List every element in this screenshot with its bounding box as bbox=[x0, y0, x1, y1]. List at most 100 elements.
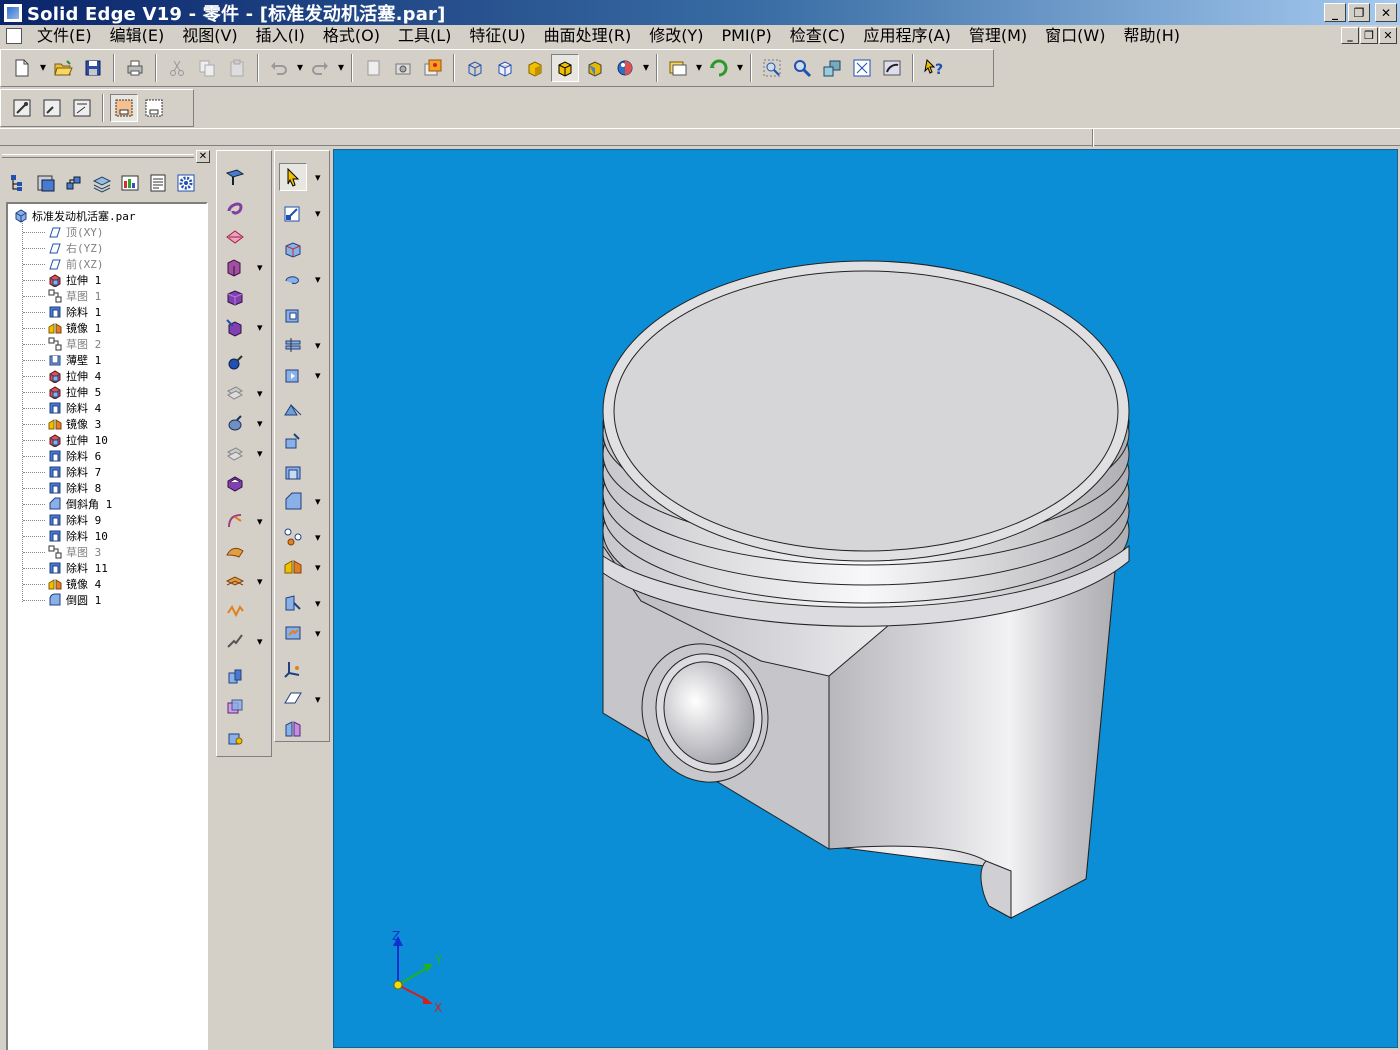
tree-item[interactable]: 拉伸 10 bbox=[48, 432, 108, 448]
hole-dropdown-arrow[interactable]: ▾ bbox=[315, 339, 321, 352]
menu-pmi[interactable]: PMI(P) bbox=[712, 26, 780, 46]
print-button[interactable] bbox=[121, 54, 149, 82]
reference-plane-button[interactable] bbox=[221, 163, 249, 191]
doc-minimize-button[interactable]: _ bbox=[1341, 27, 1359, 44]
round-dropdown-arrow[interactable]: ▾ bbox=[257, 417, 263, 430]
tree-item[interactable]: 草图 1 bbox=[48, 288, 101, 304]
doc-close-button[interactable]: ✕ bbox=[1379, 27, 1397, 44]
select-dropdown-arrow[interactable]: ▾ bbox=[315, 171, 321, 184]
tree-root[interactable]: 标准发动机活塞.par bbox=[14, 208, 136, 224]
loft-button[interactable] bbox=[221, 567, 249, 595]
revolved-cutout-button[interactable] bbox=[279, 361, 307, 389]
tree-item[interactable]: 拉伸 4 bbox=[48, 368, 101, 384]
tree-item[interactable]: 前(XZ) bbox=[48, 256, 104, 272]
undo-button[interactable] bbox=[265, 54, 303, 82]
curve-dropdown-arrow[interactable]: ▾ bbox=[257, 635, 263, 648]
loft-dropdown-arrow[interactable]: ▾ bbox=[257, 575, 263, 588]
protrusion-button[interactable] bbox=[221, 283, 249, 311]
tree-item[interactable]: 除料 9 bbox=[48, 512, 101, 528]
lip-dropdown-arrow[interactable]: ▾ bbox=[315, 627, 321, 640]
menu-file[interactable]: 文件(E) bbox=[28, 26, 101, 46]
thin-wall-button[interactable] bbox=[221, 469, 249, 497]
bluesurf-button[interactable] bbox=[221, 537, 249, 565]
redo-button[interactable] bbox=[306, 54, 344, 82]
sketch-button[interactable] bbox=[8, 94, 36, 122]
web-network-dropdown-arrow[interactable]: ▾ bbox=[315, 597, 321, 610]
paste-button[interactable] bbox=[223, 54, 251, 82]
split-button[interactable] bbox=[279, 715, 307, 743]
open-file-button[interactable] bbox=[49, 54, 77, 82]
tree-item[interactable]: 除料 4 bbox=[48, 400, 101, 416]
pan-button[interactable] bbox=[818, 54, 846, 82]
curve-button[interactable] bbox=[221, 627, 249, 655]
feature-mode-button[interactable] bbox=[110, 94, 138, 122]
rib-button[interactable] bbox=[279, 427, 307, 455]
thread-dropdown-arrow[interactable]: ▾ bbox=[257, 387, 263, 400]
menu-applications[interactable]: 应用程序(A) bbox=[854, 26, 959, 46]
sketch-plane-button[interactable] bbox=[221, 223, 249, 251]
menu-window[interactable]: 窗口(W) bbox=[1036, 26, 1114, 46]
revolved-protrusion-button[interactable] bbox=[279, 265, 307, 293]
extrude-dropdown-arrow[interactable]: ▾ bbox=[257, 261, 263, 274]
tab-reports[interactable] bbox=[144, 169, 172, 197]
pattern-dropdown-arrow[interactable]: ▾ bbox=[257, 447, 263, 460]
tab-family-of-parts[interactable] bbox=[60, 169, 88, 197]
lip-button[interactable] bbox=[279, 619, 307, 647]
menu-view[interactable]: 视图(V) bbox=[173, 26, 246, 46]
dimension-button[interactable] bbox=[68, 94, 96, 122]
minimize-button[interactable]: _ bbox=[1324, 3, 1346, 22]
menu-features[interactable]: 特征(U) bbox=[460, 26, 534, 46]
restore-button[interactable]: ❐ bbox=[1348, 3, 1370, 22]
menu-edit[interactable]: 编辑(E) bbox=[101, 26, 174, 46]
view-wireframe-button[interactable] bbox=[461, 54, 489, 82]
part-copy-button[interactable] bbox=[221, 723, 249, 751]
tree-item[interactable]: 拉伸 5 bbox=[48, 384, 101, 400]
hole-2-button[interactable] bbox=[279, 331, 307, 359]
copy-button[interactable] bbox=[193, 54, 221, 82]
tree-item[interactable]: 除料 6 bbox=[48, 448, 101, 464]
tree-item[interactable]: 镜像 1 bbox=[48, 320, 101, 336]
pattern-2-dropdown-arrow[interactable]: ▾ bbox=[315, 531, 321, 544]
tree-item[interactable]: 除料 11 bbox=[48, 560, 108, 576]
tree-item[interactable]: 除料 8 bbox=[48, 480, 101, 496]
properties-button[interactable] bbox=[419, 54, 447, 82]
tree-item[interactable]: 倒斜角 1 bbox=[48, 496, 112, 512]
add-body-button[interactable] bbox=[221, 663, 249, 691]
rotate-button[interactable] bbox=[705, 54, 743, 82]
sketch-plane-2-button[interactable] bbox=[279, 685, 307, 713]
tree-item[interactable]: 草图 2 bbox=[48, 336, 101, 352]
revolved-dropdown-arrow[interactable]: ▾ bbox=[315, 273, 321, 286]
profile-button[interactable] bbox=[38, 94, 66, 122]
tab-feature-pathfinder[interactable] bbox=[4, 169, 32, 197]
tab-settings[interactable] bbox=[172, 169, 200, 197]
menu-modify[interactable]: 修改(Y) bbox=[640, 26, 712, 46]
chamfer-button[interactable] bbox=[279, 487, 307, 515]
tree-item[interactable]: 除料 7 bbox=[48, 464, 101, 480]
tree-item[interactable]: 薄壁 1 bbox=[48, 352, 101, 368]
tree-item[interactable]: 除料 1 bbox=[48, 304, 101, 320]
menu-help[interactable]: 帮助(H) bbox=[1114, 26, 1189, 46]
view-shaded-edges-button[interactable] bbox=[551, 54, 579, 82]
helix-button[interactable] bbox=[221, 597, 249, 625]
tree-item[interactable]: 草图 3 bbox=[48, 544, 101, 560]
view-render-button[interactable] bbox=[611, 54, 649, 82]
select-tool-button[interactable] bbox=[279, 163, 307, 191]
spin-view-button[interactable] bbox=[878, 54, 906, 82]
tree-item[interactable]: 顶(XY) bbox=[48, 224, 104, 240]
swept-dropdown-arrow[interactable]: ▾ bbox=[257, 515, 263, 528]
close-button[interactable]: ✕ bbox=[1375, 3, 1397, 22]
revolved-cutout-dropdown-arrow[interactable]: ▾ bbox=[315, 369, 321, 382]
tree-item[interactable]: 拉伸 1 bbox=[48, 272, 101, 288]
tree-item[interactable]: 镜像 3 bbox=[48, 416, 101, 432]
fit-button[interactable] bbox=[848, 54, 876, 82]
view-options-button[interactable] bbox=[664, 54, 702, 82]
menu-insert[interactable]: 插入(I) bbox=[247, 26, 314, 46]
cut-button[interactable] bbox=[163, 54, 191, 82]
zoom-area-button[interactable] bbox=[758, 54, 786, 82]
coordinate-system-button[interactable] bbox=[279, 655, 307, 683]
sketch-dropdown-arrow[interactable]: ▾ bbox=[315, 207, 321, 220]
app-logo-icon[interactable] bbox=[3, 2, 23, 23]
doc-restore-button[interactable]: ❐ bbox=[1360, 27, 1378, 44]
model-viewport[interactable]: Z Y X bbox=[333, 149, 1398, 1048]
cutout-2-button[interactable] bbox=[279, 301, 307, 329]
